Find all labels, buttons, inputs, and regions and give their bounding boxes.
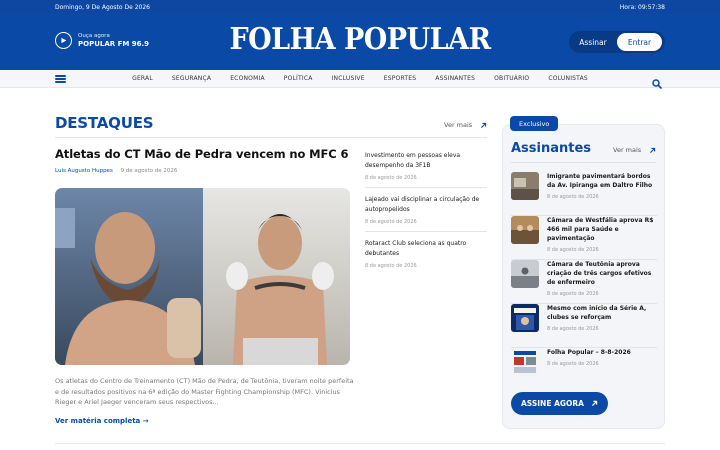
divider	[511, 162, 656, 163]
article-author[interactable]: Luis Augusto Huppes	[55, 168, 113, 174]
current-date: Domingo, 9 De Agosto De 2026	[55, 3, 150, 11]
arrow-up-right-icon	[591, 400, 598, 407]
cta-label: ASSINE AGORA	[521, 399, 584, 408]
list-item[interactable]: Câmara de Teutônia aprova criação de trê…	[511, 260, 657, 304]
login-button[interactable]: Entrar	[617, 33, 662, 51]
top-strip: Domingo, 9 De Agosto De 2026 Hora: 09:57…	[0, 0, 720, 14]
news-thumbnail[interactable]	[511, 304, 539, 332]
nav-item-politica[interactable]: POLÍTICA	[274, 75, 322, 82]
subscribe-now-button[interactable]: ASSINE AGORA	[511, 392, 608, 415]
nav-item-seguranca[interactable]: SEGURANÇA	[162, 75, 220, 82]
news-title[interactable]: Mesmo com início da Série A, clubes se r…	[547, 304, 657, 322]
nav-item-colunistas[interactable]: COLUNISTAS	[539, 75, 598, 82]
side-news-date: 8 de agosto de 2026	[365, 263, 417, 269]
section-title-destaques: DESTAQUES	[55, 114, 154, 132]
auth-box: Assinar Entrar	[569, 31, 665, 53]
subscriber-news-list: Imigrante pavimentará bordos da Av. Ipir…	[511, 172, 657, 392]
list-item[interactable]: Rotaract Club seleciona as quatro debuta…	[365, 239, 487, 275]
news-title[interactable]: Imigrante pavimentará bordos da Av. Ipir…	[547, 172, 657, 190]
news-title[interactable]: Folha Popular – 8-8-2026	[547, 348, 631, 357]
news-date: 8 de agosto de 2026	[547, 194, 599, 200]
read-full-article-link[interactable]: Ver matéria completa →	[55, 417, 149, 425]
list-item[interactable]: Câmara de Westfália aprova R$ 466 mil pa…	[511, 216, 657, 260]
list-item[interactable]: Investimento em pessoas eleva desempenho…	[365, 151, 487, 188]
nav-item-inclusive[interactable]: INCLUSIVE	[322, 75, 374, 82]
side-news-title[interactable]: Investimento em pessoas eleva desempenho…	[365, 151, 487, 170]
nav-item-assinantes[interactable]: ASSINANTES	[426, 75, 485, 82]
destaques-see-more-link[interactable]: Ver mais	[444, 121, 487, 129]
article-date: 9 de agosto de 2026	[120, 168, 178, 174]
divider	[55, 443, 665, 444]
section-title-assinantes: Assinantes	[511, 141, 592, 156]
nav-item-esportes[interactable]: ESPORTES	[374, 75, 426, 82]
news-title[interactable]: Câmara de Westfália aprova R$ 466 mil pa…	[547, 216, 657, 243]
lead-article-excerpt: Os atletas do Centro de Treinamento (CT)…	[55, 377, 354, 406]
arrow-up-right-icon	[481, 122, 487, 128]
list-item[interactable]: Imigrante pavimentará bordos da Av. Ipir…	[511, 172, 657, 216]
divider	[55, 137, 487, 138]
side-news-list: Investimento em pessoas eleva desempenho…	[365, 151, 487, 282]
nav-item-economia[interactable]: ECONOMIA	[221, 75, 275, 82]
news-thumbnail[interactable]	[511, 216, 539, 244]
lead-article-title[interactable]: Atletas do CT Mão de Pedra vencem no MFC…	[55, 147, 349, 161]
news-date: 8 de agosto de 2026	[547, 361, 599, 367]
main-nav: GERAL SEGURANÇA ECONOMIA POLÍTICA INCLUS…	[0, 70, 720, 89]
arrow-up-right-icon	[650, 147, 656, 153]
current-time: Hora: 09:57:38	[619, 3, 665, 11]
news-title[interactable]: Câmara de Teutônia aprova criação de trê…	[547, 260, 657, 287]
list-item[interactable]: Lajeado vai disciplinar a circulação de …	[365, 195, 487, 232]
assinantes-see-more-link[interactable]: Ver mais	[613, 146, 656, 154]
nav-item-obituario[interactable]: OBITUÁRIO	[485, 75, 539, 82]
list-item[interactable]: Mesmo com início da Série A, clubes se r…	[511, 304, 657, 348]
side-news-date: 8 de agosto de 2026	[365, 219, 417, 225]
nav-item-geral[interactable]: GERAL	[123, 75, 163, 82]
see-more-label: Ver mais	[613, 146, 642, 154]
exclusive-badge: Exclusivo	[510, 116, 559, 131]
subscribe-button[interactable]: Assinar	[569, 38, 617, 47]
news-date: 8 de agosto de 2026	[547, 291, 599, 297]
news-thumbnail[interactable]	[511, 348, 539, 376]
news-date: 8 de agosto de 2026	[547, 326, 599, 332]
side-news-date: 8 de agosto de 2026	[365, 175, 417, 181]
see-more-label: Ver mais	[444, 121, 473, 129]
site-header: Ouça agora POPULAR FM 96.9 FOLHA POPULAR…	[0, 14, 720, 70]
side-news-title[interactable]: Rotaract Club seleciona as quatro debuta…	[365, 239, 487, 258]
news-thumbnail[interactable]	[511, 172, 539, 200]
side-news-title[interactable]: Lajeado vai disciplinar a circulação de …	[365, 195, 487, 214]
lead-article-image[interactable]	[55, 188, 350, 365]
lead-article-meta: Luis Augusto Huppes 9 de agosto de 2026	[55, 168, 177, 174]
search-icon[interactable]	[652, 74, 662, 89]
list-item[interactable]: Folha Popular – 8-8-2026 8 de agosto de …	[511, 348, 657, 392]
news-date: 8 de agosto de 2026	[547, 247, 599, 253]
news-thumbnail[interactable]	[511, 260, 539, 288]
